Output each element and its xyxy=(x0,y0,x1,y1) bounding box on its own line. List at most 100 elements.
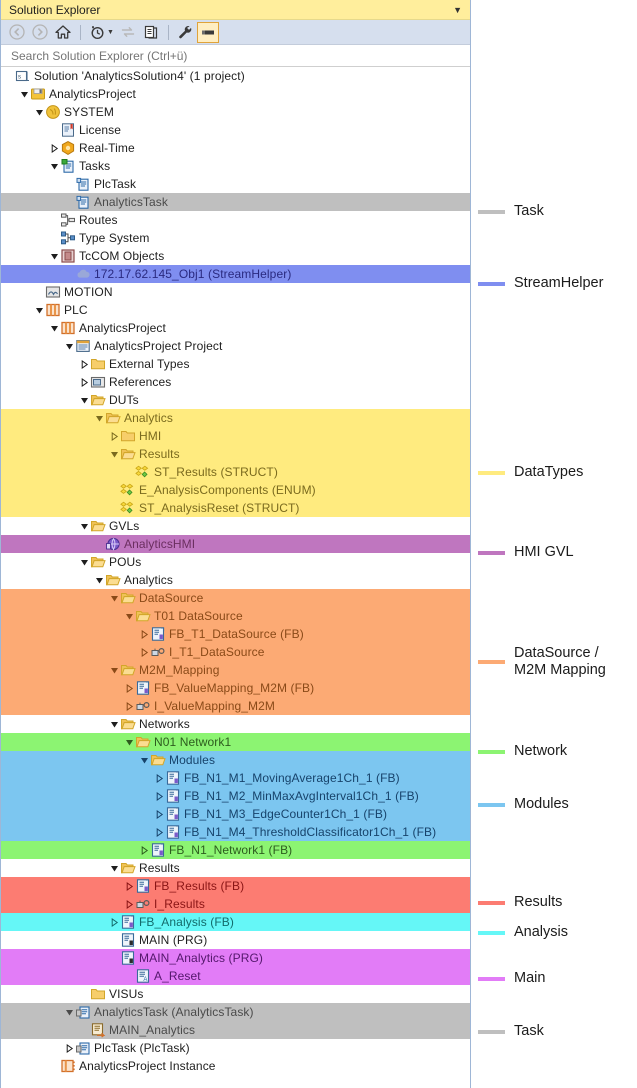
tree-row[interactable]: SYSTEM xyxy=(1,103,470,121)
tree-row[interactable]: Networks xyxy=(1,715,470,733)
tree-row[interactable]: I_ValueMapping_M2M xyxy=(1,697,470,715)
tree-row[interactable]: References xyxy=(1,373,470,391)
expand-arrow-right-icon[interactable] xyxy=(109,913,120,931)
tree-row[interactable]: MAIN_Analytics xyxy=(1,1021,470,1039)
expand-arrow-right-icon[interactable] xyxy=(154,769,165,787)
solution-tree[interactable]: s Solution 'AnalyticsSolution4' (1 projec… xyxy=(1,67,470,1075)
expand-arrow-down-icon[interactable] xyxy=(109,715,120,733)
tree-row[interactable]: POUs xyxy=(1,553,470,571)
search-input[interactable] xyxy=(9,47,451,64)
expand-arrow-down-icon[interactable] xyxy=(109,859,120,877)
expand-arrow-down-icon[interactable] xyxy=(109,445,120,463)
tree-row[interactable]: FB_N1_M3_EdgeCounter1Ch_1 (FB) xyxy=(1,805,470,823)
expand-arrow-right-icon[interactable] xyxy=(79,355,90,373)
tree-row[interactable]: 172.17.62.145_Obj1 (StreamHelper) xyxy=(1,265,470,283)
tree-row[interactable]: Type System xyxy=(1,229,470,247)
tree-row[interactable]: FB_N1_M1_MovingAverage1Ch_1 (FB) xyxy=(1,769,470,787)
expand-arrow-down-icon[interactable] xyxy=(109,589,120,607)
expand-arrow-right-icon[interactable] xyxy=(154,823,165,841)
tree-row[interactable]: T01 DataSource xyxy=(1,607,470,625)
expand-arrow-right-icon[interactable] xyxy=(139,841,150,859)
tree-row[interactable]: Real-Time xyxy=(1,139,470,157)
expand-arrow-down-icon[interactable] xyxy=(94,409,105,427)
tree-row[interactable]: FB_T1_DataSource (FB) xyxy=(1,625,470,643)
tree-row[interactable]: I_Results xyxy=(1,895,470,913)
tree-row[interactable]: FB_N1_M2_MinMaxAvgInterval1Ch_1 (FB) xyxy=(1,787,470,805)
expand-arrow-down-icon[interactable] xyxy=(49,247,60,265)
tree-row[interactable]: Results xyxy=(1,859,470,877)
tree-row[interactable]: s Solution 'AnalyticsSolution4' (1 projec… xyxy=(1,67,470,85)
tree-row[interactable]: PlcTask xyxy=(1,175,470,193)
tree-row[interactable]: N01 Network1 xyxy=(1,733,470,751)
expand-arrow-down-icon[interactable] xyxy=(94,571,105,589)
tree-row[interactable]: FB_Results (FB) xyxy=(1,877,470,895)
tree-row[interactable]: Routes xyxy=(1,211,470,229)
expand-arrow-right-icon[interactable] xyxy=(124,895,135,913)
expand-arrow-down-icon[interactable] xyxy=(49,157,60,175)
tree-row[interactable]: MOTION xyxy=(1,283,470,301)
properties-button[interactable] xyxy=(174,22,196,43)
expand-arrow-down-icon[interactable] xyxy=(109,661,120,679)
back-button[interactable] xyxy=(6,22,28,43)
expand-arrow-right-icon[interactable] xyxy=(109,427,120,445)
tree-row[interactable]: AnalyticsProject xyxy=(1,85,470,103)
expand-arrow-down-icon[interactable] xyxy=(64,337,75,355)
sync-button[interactable] xyxy=(117,22,139,43)
expand-arrow-right-icon[interactable] xyxy=(139,625,150,643)
expand-arrow-down-icon[interactable] xyxy=(64,1003,75,1021)
expand-arrow-right-icon[interactable] xyxy=(124,679,135,697)
tree-row[interactable]: PlcTask (PlcTask) xyxy=(1,1039,470,1057)
expand-arrow-right-icon[interactable] xyxy=(154,805,165,823)
tree-row[interactable]: AnalyticsTask (AnalyticsTask) xyxy=(1,1003,470,1021)
expand-arrow-down-icon[interactable] xyxy=(124,607,135,625)
tree-row[interactable]: Tasks xyxy=(1,157,470,175)
tree-row[interactable]: Analytics xyxy=(1,409,470,427)
expand-arrow-down-icon[interactable] xyxy=(34,301,45,319)
tree-row[interactable]: FB_ValueMapping_M2M (FB) xyxy=(1,679,470,697)
tree-row[interactable]: FB_N1_Network1 (FB) xyxy=(1,841,470,859)
tree-row[interactable]: Analytics xyxy=(1,571,470,589)
tree-row[interactable]: TcCOM Objects xyxy=(1,247,470,265)
tree-row[interactable]: AnalyticsProject Instance xyxy=(1,1057,470,1075)
expand-arrow-down-icon[interactable] xyxy=(49,319,60,337)
tree-row[interactable]: External Types xyxy=(1,355,470,373)
tree-row[interactable]: ST_Results (STRUCT) xyxy=(1,463,470,481)
tree-row[interactable]: E_AnalysisComponents (ENUM) xyxy=(1,481,470,499)
expand-arrow-down-icon[interactable] xyxy=(79,517,90,535)
expand-arrow-down-icon[interactable] xyxy=(19,85,30,103)
expand-arrow-right-icon[interactable] xyxy=(64,1039,75,1057)
pending-changes-button[interactable] xyxy=(86,22,108,43)
expand-arrow-down-icon[interactable] xyxy=(34,103,45,121)
show-all-files-button[interactable] xyxy=(140,22,162,43)
expand-arrow-right-icon[interactable] xyxy=(124,877,135,895)
expand-arrow-right-icon[interactable] xyxy=(49,139,60,157)
expand-arrow-right-icon[interactable] xyxy=(154,787,165,805)
tree-row[interactable]: M2M_Mapping xyxy=(1,661,470,679)
tree-row[interactable]: I_T1_DataSource xyxy=(1,643,470,661)
expand-arrow-down-icon[interactable] xyxy=(124,733,135,751)
tree-row[interactable]: GVLs xyxy=(1,517,470,535)
toolbar-dropdown-caret-icon[interactable]: ▼ xyxy=(107,29,114,36)
expand-arrow-down-icon[interactable] xyxy=(79,391,90,409)
expand-arrow-right-icon[interactable] xyxy=(79,373,90,391)
tree-row[interactable]: Results xyxy=(1,445,470,463)
tree-row[interactable]: AnalyticsProject xyxy=(1,319,470,337)
preview-selected-items-button[interactable] xyxy=(196,21,219,43)
tree-row[interactable]: AnalyticsTask xyxy=(1,193,470,211)
tree-row[interactable]: ST_AnalysisReset (STRUCT) xyxy=(1,499,470,517)
tree-row[interactable]: AnalyticsHMI xyxy=(1,535,470,553)
tree-row[interactable]: FB_N1_M4_ThresholdClassificator1Ch_1 (FB… xyxy=(1,823,470,841)
home-button[interactable] xyxy=(52,22,74,43)
tree-row[interactable]: A A_Reset xyxy=(1,967,470,985)
expand-arrow-right-icon[interactable] xyxy=(124,697,135,715)
tree-row[interactable]: Modules xyxy=(1,751,470,769)
expand-arrow-down-icon[interactable] xyxy=(79,553,90,571)
chevron-down-icon[interactable]: ▼ xyxy=(453,5,464,15)
forward-button[interactable] xyxy=(29,22,51,43)
tree-row[interactable]: MAIN (PRG) xyxy=(1,931,470,949)
tree-row[interactable]: AnalyticsProject Project xyxy=(1,337,470,355)
tree-row[interactable]: VISUs xyxy=(1,985,470,1003)
tree-row[interactable]: MAIN_Analytics (PRG) xyxy=(1,949,470,967)
expand-arrow-right-icon[interactable] xyxy=(139,643,150,661)
tree-row[interactable]: FB_Analysis (FB) xyxy=(1,913,470,931)
